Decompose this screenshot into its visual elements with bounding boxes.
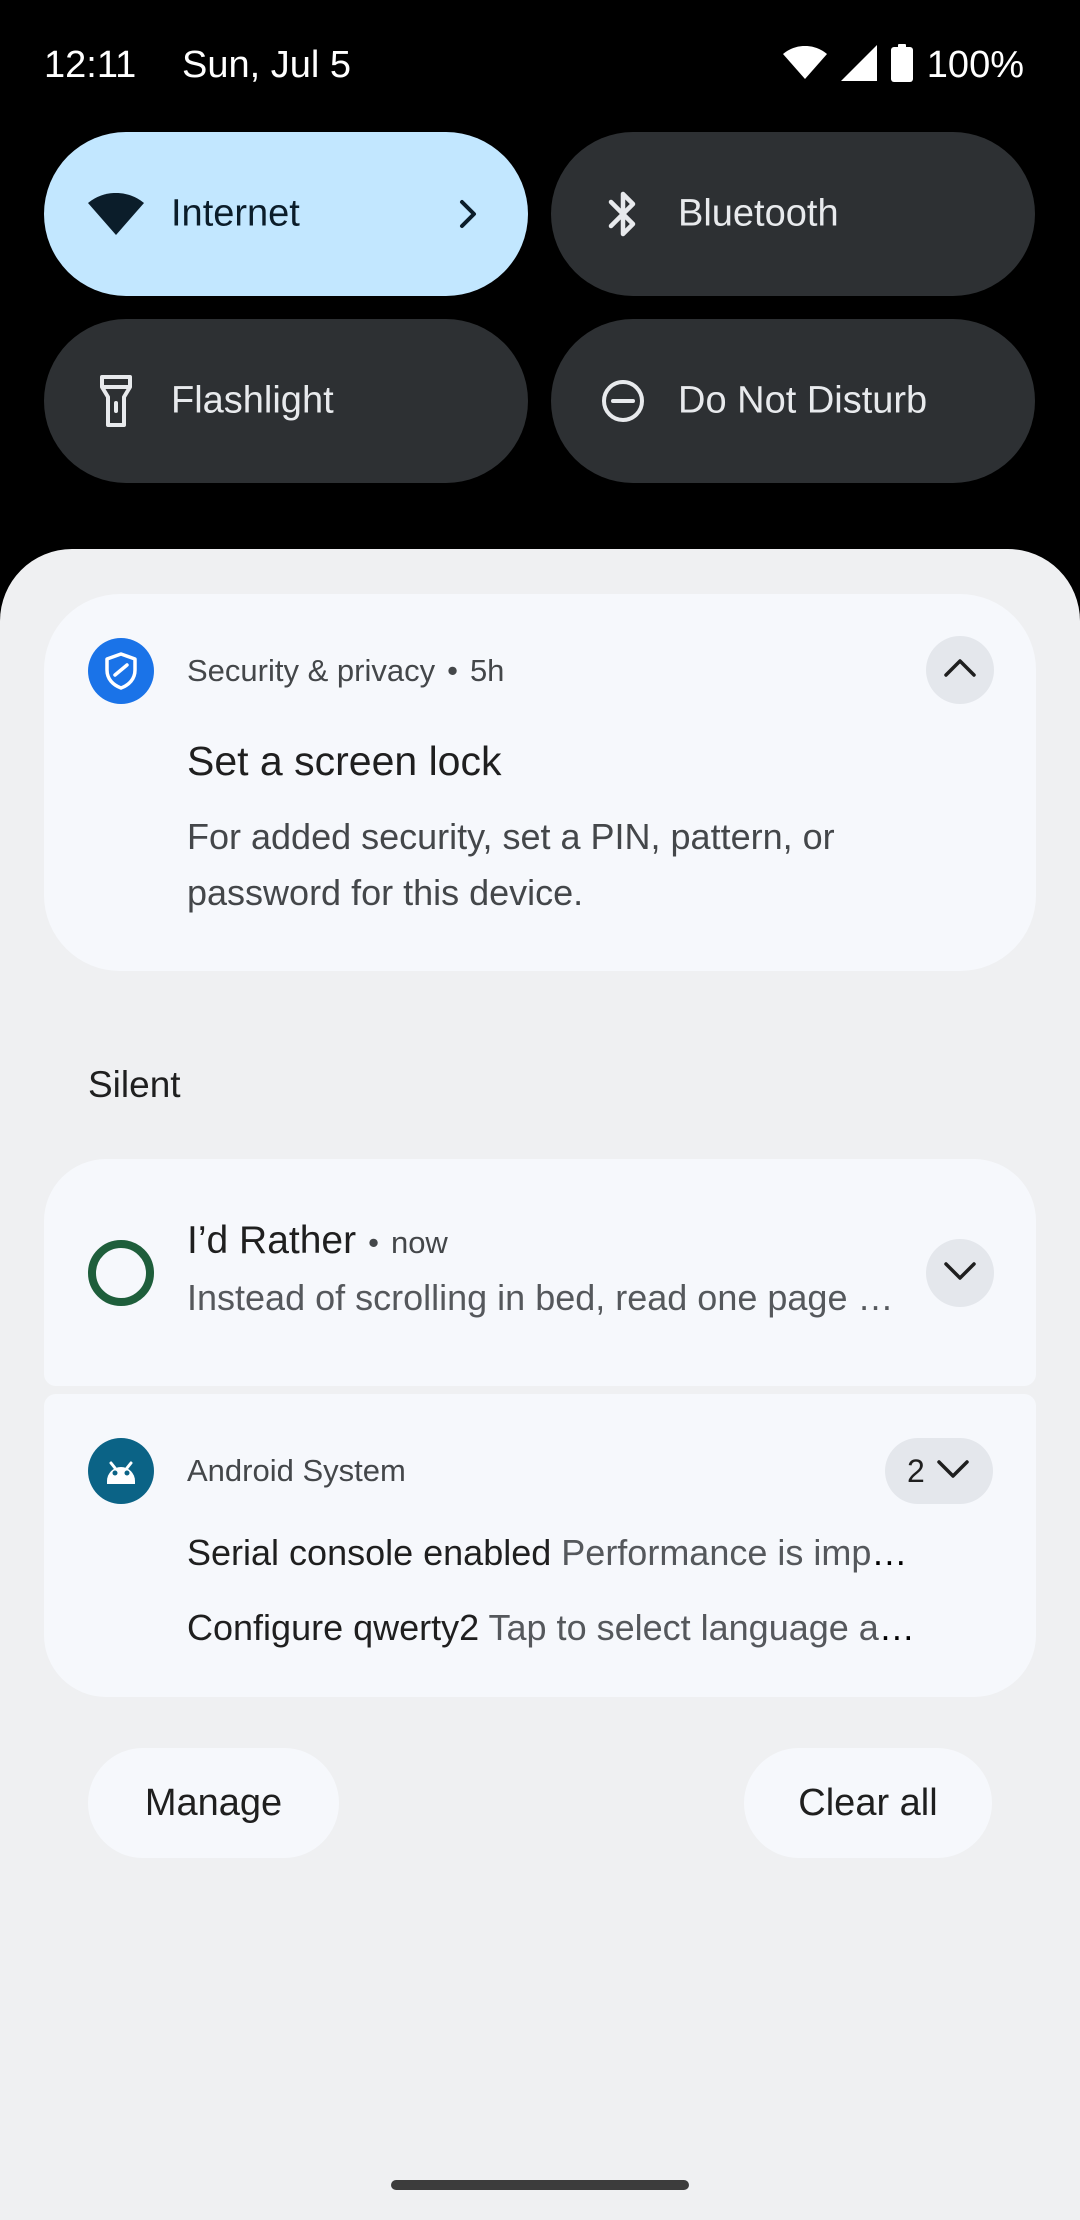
manage-button[interactable]: Manage — [88, 1748, 339, 1858]
tile-bluetooth[interactable]: Bluetooth — [551, 132, 1035, 296]
notification-title: Set a screen lock — [187, 738, 502, 784]
dnd-icon — [595, 373, 651, 429]
notification-time: 5h — [469, 653, 505, 688]
app-name: Security & privacy — [187, 653, 436, 688]
wifi-icon — [88, 186, 144, 242]
tile-internet[interactable]: Internet — [44, 132, 528, 296]
list-item-title: Serial console enabled — [187, 1532, 552, 1573]
flashlight-icon — [88, 373, 144, 429]
clear-all-button[interactable]: Clear all — [744, 1748, 992, 1858]
app-ring-icon — [88, 1240, 154, 1306]
app-name: Android System — [187, 1453, 406, 1488]
status-bar: 12:11 Sun, Jul 5 100% — [0, 0, 1080, 130]
android-icon — [88, 1438, 154, 1504]
home-gesture-bar[interactable] — [391, 2180, 689, 2190]
notification-time: now — [390, 1225, 448, 1260]
tile-bluetooth-label: Bluetooth — [678, 192, 839, 235]
list-item-text: Performance is impacted. To disable, che… — [561, 1532, 927, 1573]
tile-flashlight[interactable]: Flashlight — [44, 319, 528, 483]
tile-flashlight-label: Flashlight — [171, 379, 334, 422]
bluetooth-icon — [595, 186, 651, 242]
list-item: Configure qwerty2 Tap to select language… — [187, 1607, 927, 1649]
wifi-icon — [782, 45, 827, 85]
notification-id-rather[interactable]: I’d Rather • now Instead of scrolling in b… — [44, 1159, 1036, 1386]
chevron-right-icon — [448, 194, 488, 234]
battery-icon — [890, 43, 913, 87]
app-name: I’d Rather — [187, 1219, 357, 1262]
notification-meta: I’d Rather • now — [187, 1219, 448, 1262]
collapse-button[interactable] — [926, 636, 994, 704]
shield-icon — [88, 638, 154, 704]
list-item: Serial console enabled Performance is im… — [187, 1532, 927, 1574]
notification-android-system[interactable]: Android System 2 Serial console enabled … — [44, 1394, 1036, 1697]
expand-button[interactable] — [926, 1239, 994, 1307]
tile-internet-label: Internet — [171, 192, 300, 235]
notification-count: 2 — [907, 1452, 925, 1489]
battery-percent: 100% — [926, 43, 1024, 86]
list-item-text: Tap to select language and layout — [488, 1607, 927, 1648]
chevron-down-icon — [942, 1260, 978, 1287]
section-label-silent: Silent — [88, 1064, 181, 1105]
tile-do-not-disturb[interactable]: Do Not Disturb — [551, 319, 1035, 483]
notification-body: For added security, set a PIN, pattern, … — [187, 816, 835, 913]
status-date: Sun, Jul 5 — [182, 44, 351, 86]
signal-icon — [840, 44, 877, 86]
chevron-down-icon — [935, 1458, 971, 1485]
notification-security[interactable]: Security & privacy • 5h Set a screen lock … — [44, 594, 1036, 971]
notification-text: Instead of scrolling in bed, read one pa… — [187, 1277, 907, 1318]
notification-meta: Security & privacy • 5h — [187, 653, 505, 688]
notification-shade-screen: 12:11 Sun, Jul 5 100% Internet Bluetooth… — [0, 0, 1080, 2220]
chevron-up-icon — [942, 657, 978, 684]
status-time: 12:11 — [44, 44, 137, 86]
expand-count-button[interactable]: 2 — [885, 1438, 993, 1504]
list-item-title: Configure qwerty2 — [187, 1607, 480, 1648]
tile-dnd-label: Do Not Disturb — [678, 379, 928, 422]
status-icons: 100% — [782, 42, 1024, 88]
